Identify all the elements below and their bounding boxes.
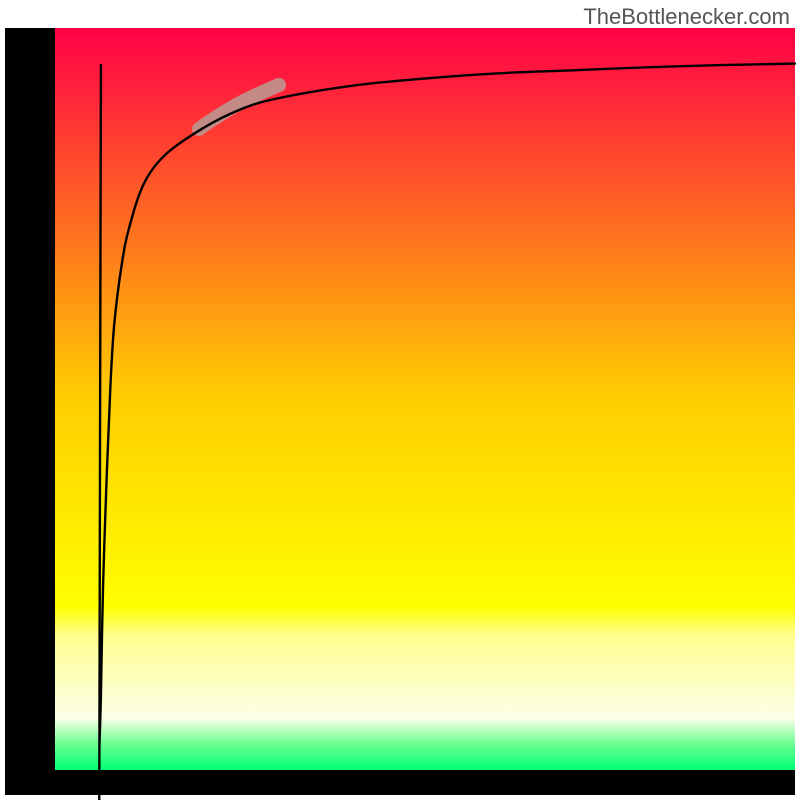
- chart-root: TheBottlenecker.com: [0, 0, 800, 800]
- chart-svg: [0, 0, 800, 800]
- plot-background: [55, 28, 795, 770]
- y-axis-bar: [5, 28, 55, 770]
- x-axis-bar: [5, 770, 795, 795]
- watermark-text: TheBottlenecker.com: [583, 4, 790, 30]
